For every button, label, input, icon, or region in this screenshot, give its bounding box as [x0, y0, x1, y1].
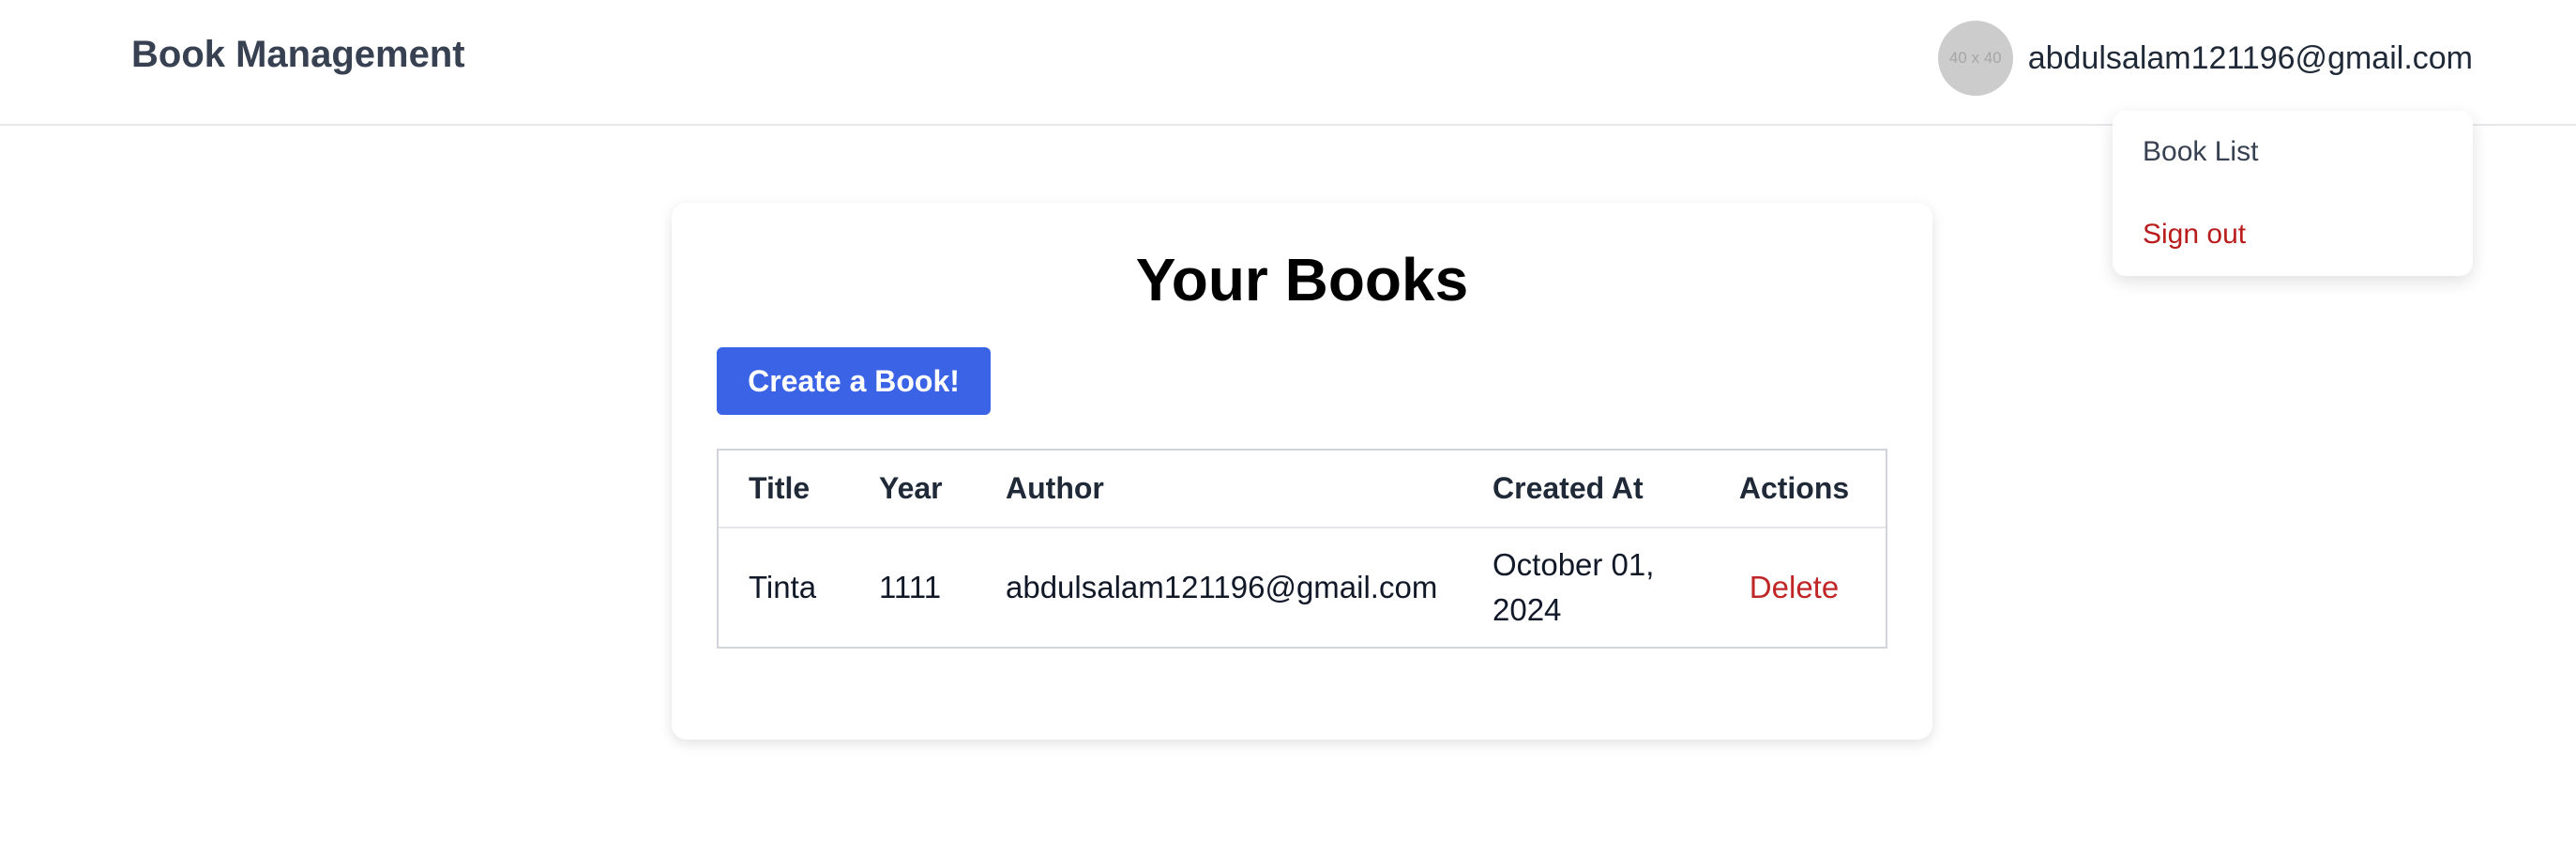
avatar[interactable]: 40 x 40: [1937, 21, 2013, 96]
user-menu-toggle[interactable]: 40 x 40 abdulsalam121196@gmail.com: [1937, 19, 2473, 98]
user-email[interactable]: abdulsalam121196@gmail.com: [2028, 40, 2473, 77]
menu-item-sign-out[interactable]: Sign out: [2143, 219, 2246, 251]
column-header-author: Author: [976, 451, 1462, 528]
menu-item-book-list[interactable]: Book List: [2143, 136, 2258, 168]
cell-title: Tinta: [749, 570, 817, 604]
table-row: Tinta 1111 abdulsalam121196@gmail.com Oc…: [719, 527, 1886, 647]
create-book-button[interactable]: Create a Book!: [717, 347, 991, 415]
books-table-container: Title Year Author Created At Actions Tin…: [717, 449, 1887, 649]
user-dropdown-menu: Book List Sign out: [2113, 111, 2473, 276]
column-header-created-at: Created At: [1462, 451, 1703, 528]
top-navbar: Book Management 40 x 40 abdulsalam121196…: [0, 0, 2576, 126]
delete-button[interactable]: Delete: [1750, 570, 1839, 604]
column-header-year: Year: [849, 451, 976, 528]
cell-year: 1111: [879, 570, 942, 604]
column-header-actions: Actions: [1703, 451, 1886, 528]
table-header-row: Title Year Author Created At Actions: [719, 451, 1886, 528]
page-title: Your Books: [1135, 246, 1469, 313]
cell-actions: Delete: [1703, 527, 1886, 647]
books-table: Title Year Author Created At Actions Tin…: [719, 451, 1886, 647]
cell-created-at: October 01, 2024: [1493, 547, 1655, 627]
column-header-title: Title: [719, 451, 849, 528]
books-card: Your Books Create a Book! Title Year Aut…: [672, 203, 1932, 740]
brand-title[interactable]: Book Management: [131, 34, 465, 76]
cell-author: abdulsalam121196@gmail.com: [1006, 570, 1438, 604]
